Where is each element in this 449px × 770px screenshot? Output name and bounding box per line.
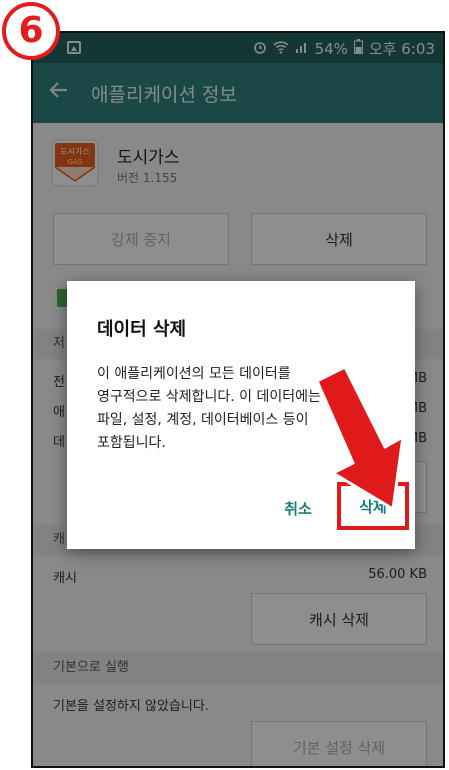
dialog-title: 데이터 삭제: [97, 319, 187, 340]
step-number-badge: 6: [2, 2, 60, 60]
red-pointer-arrow-icon: [315, 365, 405, 511]
phone-screen: 54% 오후 6:03 애플리케이션 정보 도시가스 GAS 도시가스 버전 1…: [31, 31, 445, 768]
